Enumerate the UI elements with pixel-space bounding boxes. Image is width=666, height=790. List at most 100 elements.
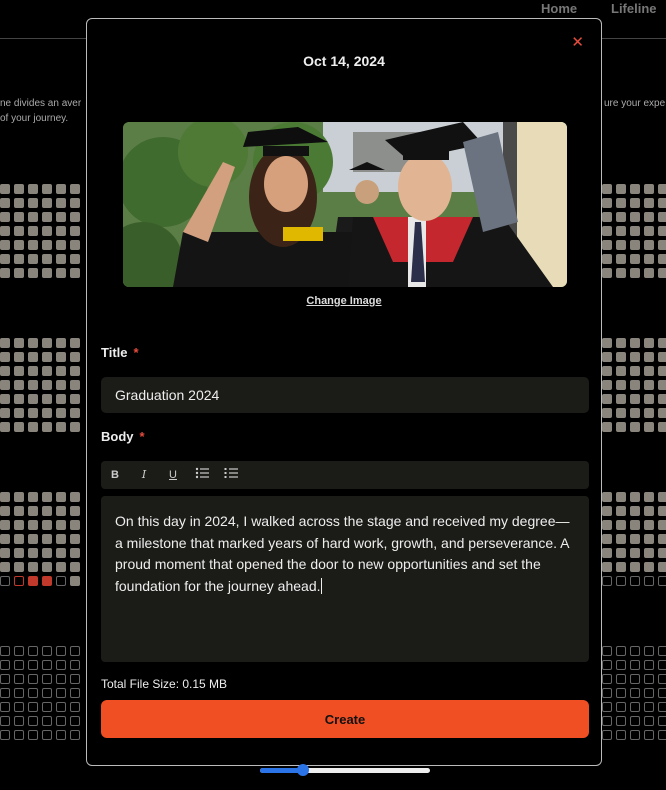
week-cell <box>616 268 626 278</box>
week-cell <box>658 548 666 558</box>
background-intro-text-right: ure your expe <box>604 98 666 109</box>
week-cell <box>644 548 654 558</box>
body-text: On this day in 2024, I walked across the… <box>115 513 570 594</box>
week-cell <box>28 212 38 222</box>
week-cell <box>616 352 626 362</box>
week-cell <box>28 380 38 390</box>
nav-home-link[interactable]: Home <box>541 1 577 16</box>
italic-button[interactable]: I <box>136 467 152 483</box>
week-cell <box>602 380 612 390</box>
required-mark: * <box>133 345 139 360</box>
week-cell <box>616 646 626 656</box>
bullet-list-icon[interactable] <box>194 467 210 483</box>
nav-lifeline-link[interactable]: Lifeline <box>611 1 657 16</box>
week-cell <box>602 548 612 558</box>
numbered-list-icon[interactable] <box>223 467 239 483</box>
week-cell <box>644 380 654 390</box>
week-cell <box>602 338 612 348</box>
week-cell <box>56 198 66 208</box>
create-button[interactable]: Create <box>101 700 589 738</box>
week-cell <box>658 338 666 348</box>
week-cell <box>616 240 626 250</box>
week-cell <box>616 212 626 222</box>
body-label-text: Body <box>101 429 134 444</box>
week-cell <box>658 674 666 684</box>
body-editor[interactable]: On this day in 2024, I walked across the… <box>101 496 589 662</box>
week-cell <box>644 254 654 264</box>
title-input[interactable] <box>101 377 589 413</box>
week-cell <box>28 674 38 684</box>
week-cell <box>0 492 10 502</box>
week-cell <box>658 254 666 264</box>
week-cell <box>658 268 666 278</box>
week-cell <box>644 716 654 726</box>
underline-button[interactable]: U <box>165 467 181 483</box>
rich-text-toolbar: B I U <box>101 461 589 489</box>
week-cell <box>56 492 66 502</box>
week-cell <box>616 688 626 698</box>
life-grid-right <box>602 184 666 740</box>
slider-thumb[interactable] <box>296 764 309 776</box>
week-cell <box>602 254 612 264</box>
week-cell <box>630 674 640 684</box>
text-caret <box>320 577 322 594</box>
week-cell <box>658 506 666 516</box>
week-cell <box>14 352 24 362</box>
week-cell <box>616 380 626 390</box>
week-cell <box>28 506 38 516</box>
week-cell <box>602 730 612 740</box>
week-cell <box>14 646 24 656</box>
week-cell <box>56 506 66 516</box>
title-label-text: Title <box>101 345 128 360</box>
week-cell <box>56 534 66 544</box>
week-cell <box>630 366 640 376</box>
week-cell <box>644 394 654 404</box>
week-cell <box>630 338 640 348</box>
week-cell <box>616 702 626 712</box>
week-cell <box>14 492 24 502</box>
background-intro-text: ne divides an aver of your journey. <box>0 96 86 126</box>
week-cell <box>42 730 52 740</box>
close-icon[interactable]: ✕ <box>571 33 584 51</box>
week-cell <box>602 198 612 208</box>
change-image-link[interactable]: Change Image <box>87 295 601 307</box>
week-cell <box>28 646 38 656</box>
week-cell <box>630 268 640 278</box>
bold-button[interactable]: B <box>107 467 123 483</box>
week-cell <box>658 226 666 236</box>
week-cell <box>70 394 80 404</box>
zoom-slider[interactable] <box>260 764 430 776</box>
week-cell <box>630 506 640 516</box>
week-cell <box>602 660 612 670</box>
week-cell <box>42 352 52 362</box>
week-cell <box>70 660 80 670</box>
